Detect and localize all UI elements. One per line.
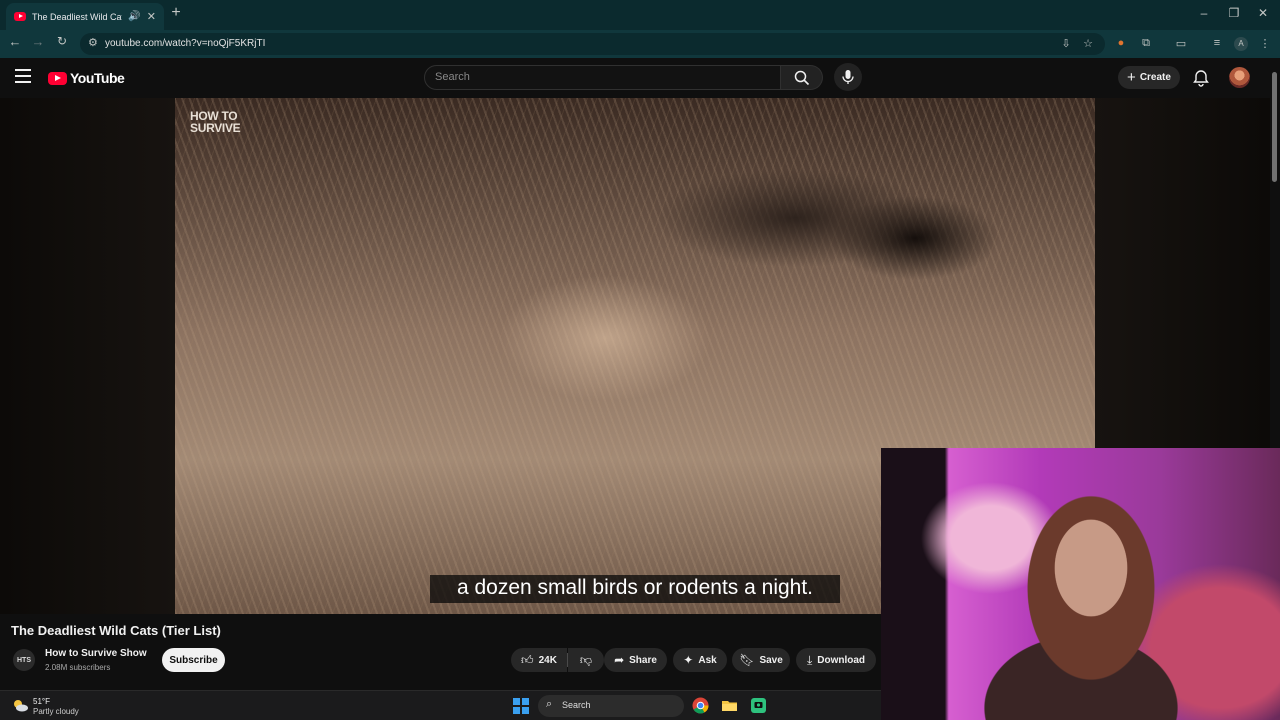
youtube-play-icon (48, 71, 67, 85)
youtube-logo-text: YouTube (70, 70, 125, 86)
search-button[interactable] (781, 65, 823, 90)
video-caption: a dozen small birds or rodents a night. (430, 575, 840, 603)
ask-label: Ask (698, 654, 717, 666)
file-explorer-icon[interactable] (721, 697, 738, 714)
share-arrow-icon: ➦ (614, 653, 625, 667)
minimize-icon[interactable]: – (1197, 6, 1211, 20)
forward-icon[interactable]: → (30, 34, 46, 49)
browser-toolbar: ← → ↻ ⚙ youtube.com/watch?v=noQjF5KRjTI … (0, 30, 1280, 58)
weather-condition[interactable]: Partly cloudy (33, 707, 79, 716)
subscribe-button[interactable]: Subscribe (162, 648, 225, 672)
create-label: Create (1139, 72, 1171, 83)
windows-taskbar: 51°F Partly cloudy ⌕ Search (0, 690, 881, 720)
notifications-bell-icon[interactable] (1192, 69, 1210, 87)
channel-avatar[interactable]: HTS (13, 649, 35, 671)
like-count: 24K (538, 654, 557, 666)
search-box[interactable] (424, 65, 781, 90)
voice-search-button[interactable] (834, 63, 862, 91)
chrome-app-icon[interactable] (692, 697, 709, 714)
tab-title: The Deadliest Wild Cats (Tier List) (32, 11, 122, 22)
webcam-overlay (881, 448, 1280, 720)
youtube-favicon-icon (14, 12, 26, 21)
taskbar-search-icon: ⌕ (546, 698, 553, 710)
save-label: Save (759, 654, 783, 666)
browser-tab-active[interactable]: The Deadliest Wild Cats (Tier List) 🔊 ✕ (6, 3, 164, 30)
hamburger-menu-icon[interactable] (15, 69, 31, 85)
page-scrollbar[interactable] (1270, 58, 1280, 448)
split-view-icon[interactable]: ▭ (1174, 37, 1188, 50)
bookmark-star-icon[interactable]: ☆ (1081, 37, 1095, 50)
address-bar[interactable]: ⚙ youtube.com/watch?v=noQjF5KRjTI (80, 33, 1105, 55)
search-input[interactable] (435, 71, 765, 83)
watermark-line-2: SURVIVE (190, 121, 241, 135)
user-avatar[interactable] (1229, 67, 1250, 88)
partly-cloudy-icon[interactable] (11, 698, 29, 712)
download-label: Download (817, 654, 866, 666)
browser-menu-icon[interactable]: ⋮ (1258, 37, 1272, 50)
taskbar-search-label: Search (562, 700, 591, 710)
subscriber-count: 2.08M subscribers (45, 663, 111, 672)
speaker-icon[interactable]: 🔊 (128, 11, 140, 22)
close-window-icon[interactable]: ✕ (1256, 6, 1270, 20)
extensions-puzzle-icon[interactable]: ⧉ (1139, 37, 1153, 50)
new-tab-button[interactable]: + (169, 4, 183, 22)
streaming-app-icon[interactable] (750, 697, 767, 714)
back-icon[interactable]: ← (7, 34, 23, 49)
url-text[interactable]: youtube.com/watch?v=noQjF5KRjTI (105, 38, 265, 49)
browser-tab-strip: The Deadliest Wild Cats (Tier List) 🔊 ✕ … (0, 0, 1280, 30)
scrollbar-thumb[interactable] (1272, 72, 1277, 182)
media-control-icon[interactable]: ≡ (1210, 37, 1224, 49)
reload-icon[interactable]: ↻ (54, 34, 70, 48)
profile-avatar[interactable]: A (1234, 37, 1248, 51)
thumbs-up-icon: 👍︎ (521, 652, 534, 667)
search-icon (794, 70, 810, 86)
download-icon: ⤓ (806, 652, 813, 667)
save-button[interactable]: 🔖︎ Save (732, 648, 790, 672)
site-info-icon[interactable]: ⚙ (88, 36, 98, 49)
bookmark-icon: 🔖︎ (739, 653, 755, 667)
microphone-icon (842, 70, 854, 84)
thumbs-down-icon: 👎︎ (579, 652, 593, 667)
taskbar-search[interactable]: ⌕ Search (538, 695, 684, 717)
restore-icon[interactable]: ❐ (1227, 6, 1241, 20)
download-button[interactable]: ⤓ Download (796, 648, 876, 672)
youtube-masthead: YouTube + Create (0, 58, 1280, 98)
ask-button[interactable]: ✦ Ask (673, 648, 727, 672)
windows-start-icon[interactable] (513, 698, 529, 714)
close-tab-icon[interactable]: ✕ (147, 10, 156, 23)
create-button[interactable]: + Create (1118, 66, 1180, 89)
share-button[interactable]: ➦ Share (604, 648, 667, 672)
youtube-logo[interactable]: YouTube (48, 70, 125, 86)
video-title: The Deadliest Wild Cats (Tier List) (11, 623, 221, 638)
like-button[interactable]: 👍︎ 24K (511, 648, 567, 672)
share-label: Share (629, 654, 657, 666)
weather-temperature[interactable]: 51°F (33, 697, 50, 706)
sparkle-icon: ✦ (683, 653, 694, 667)
channel-watermark: HOW TO SURVIVE (190, 110, 241, 135)
extension-icon[interactable]: ● (1114, 37, 1128, 49)
install-app-icon[interactable]: ⇩ (1059, 37, 1073, 50)
plus-icon: + (1127, 69, 1136, 86)
player-letterbox-left (0, 98, 175, 614)
dislike-button[interactable]: 👎︎ (568, 648, 604, 672)
channel-name[interactable]: How to Survive Show (45, 648, 147, 659)
